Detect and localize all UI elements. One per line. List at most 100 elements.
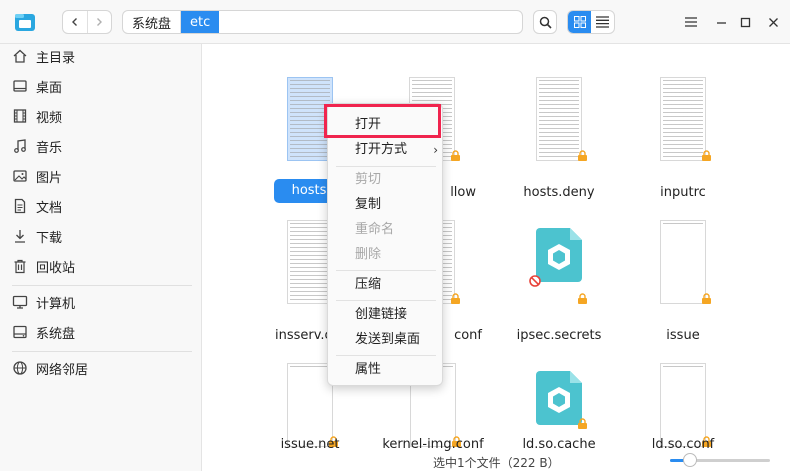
minimize-icon <box>716 21 726 24</box>
menu-item-compress[interactable]: 压缩 <box>328 273 444 297</box>
menu-item-delete[interactable]: 删除 <box>328 243 444 267</box>
music-icon <box>14 139 26 153</box>
file-item-issue[interactable]: issue <box>623 220 743 350</box>
sidebar-item-music[interactable]: 音乐 <box>12 134 62 158</box>
file-item-inputrc[interactable]: inputrc <box>623 77 743 207</box>
sidebar-item-label: 回收站 <box>36 260 76 276</box>
menu-item-send-to-desktop[interactable]: 发送到桌面 <box>328 328 444 352</box>
menu-divider <box>336 270 436 271</box>
menu-divider <box>336 355 436 356</box>
close-button[interactable] <box>763 12 783 32</box>
binary-file-icon <box>536 228 582 282</box>
sidebar-item-label: 视频 <box>36 110 63 126</box>
close-icon <box>768 17 778 27</box>
lock-icon <box>578 293 587 304</box>
file-name: kernel-img.conf <box>382 437 484 452</box>
desktop-icon <box>13 80 27 92</box>
sidebar-item-label: 系统盘 <box>36 326 76 342</box>
sidebar-divider <box>12 285 192 286</box>
zoom-slider-handle[interactable] <box>683 453 697 467</box>
sidebar-divider <box>12 351 192 352</box>
search-icon <box>539 16 552 29</box>
sidebar-item-system-disk[interactable]: 系统盘 <box>12 320 75 344</box>
file-name: ld.so.cache <box>522 437 596 452</box>
menu-item-open-with[interactable]: 打开方式 › <box>328 138 444 162</box>
lock-icon <box>578 418 587 429</box>
chevron-right-icon <box>97 18 103 26</box>
download-icon <box>15 230 25 243</box>
lock-icon <box>702 293 711 304</box>
file-name: ipsec.secrets <box>516 328 602 343</box>
sidebar-item-trash[interactable]: 回收站 <box>12 254 75 278</box>
hamburger-menu-icon <box>685 17 697 27</box>
file-manager-logo-icon[interactable] <box>14 11 36 33</box>
document-icon <box>14 198 26 214</box>
sidebar-item-label: 桌面 <box>36 80 63 96</box>
sidebar-item-pictures[interactable]: 图片 <box>12 164 62 188</box>
file-item-hosts-deny[interactable]: hosts.deny <box>499 77 619 207</box>
file-item-ld-so-conf[interactable]: ld.so.conf <box>623 363 743 471</box>
sidebar-item-label: 下载 <box>36 230 63 246</box>
network-icon <box>13 361 27 375</box>
menu-divider <box>336 166 436 167</box>
file-name: hosts.deny <box>523 185 595 200</box>
sidebar-item-downloads[interactable]: 下载 <box>12 224 62 248</box>
breadcrumb-item-etc[interactable]: etc <box>181 11 220 33</box>
file-name: ld.so.conf <box>651 437 715 452</box>
file-thumbnail <box>536 77 582 161</box>
lock-icon <box>578 150 587 161</box>
disk-icon <box>13 325 27 339</box>
sidebar-item-label: 音乐 <box>36 140 63 156</box>
breadcrumb: 系统盘 etc <box>122 10 523 34</box>
grid-view-icon <box>573 16 586 28</box>
forward-button[interactable] <box>86 11 112 33</box>
chevron-right-icon: › <box>433 143 438 157</box>
file-item-ipsec-secrets[interactable]: ipsec.secrets <box>499 220 619 350</box>
menu-button[interactable] <box>681 12 701 32</box>
zoom-slider[interactable] <box>670 453 770 467</box>
search-button[interactable] <box>533 10 557 34</box>
menu-item-cut[interactable]: 剪切 <box>328 168 444 192</box>
menu-item-copy[interactable]: 复制 <box>328 193 444 217</box>
menu-item-properties[interactable]: 属性 <box>328 358 444 382</box>
file-thumbnail <box>660 220 706 304</box>
menu-item-create-link[interactable]: 创建链接 <box>328 303 444 327</box>
sidebar-item-videos[interactable]: 视频 <box>12 104 62 128</box>
file-thumbnail <box>660 363 706 447</box>
minimize-button[interactable] <box>711 12 731 32</box>
sidebar-item-label: 计算机 <box>36 296 76 312</box>
file-name: inputrc <box>660 185 706 200</box>
file-thumbnail <box>660 77 706 161</box>
menu-item-label: 打开方式 <box>355 142 408 157</box>
sidebar-item-label: 主目录 <box>36 50 76 66</box>
chevron-left-icon <box>71 18 77 26</box>
maximize-button[interactable] <box>735 12 755 32</box>
icon-view-button[interactable] <box>568 11 591 33</box>
sidebar-item-label: 网络邻居 <box>36 362 89 378</box>
sidebar-item-label: 图片 <box>36 170 63 186</box>
sidebar-item-desktop[interactable]: 桌面 <box>12 74 62 98</box>
trash-icon <box>14 259 26 274</box>
sidebar-item-home[interactable]: 主目录 <box>12 44 75 68</box>
sidebar-item-computer[interactable]: 计算机 <box>12 290 75 314</box>
context-menu: 打开 打开方式 › 剪切 复制 重命名 删除 压缩 创建链接 发送到桌面 属性 <box>327 103 443 386</box>
view-mode-switch <box>567 10 615 34</box>
status-bar-text: 选中1个文件（222 B） <box>433 456 560 470</box>
sidebar-item-documents[interactable]: 文档 <box>12 194 62 218</box>
home-icon <box>13 49 27 63</box>
back-button[interactable] <box>63 11 87 33</box>
lock-icon <box>702 150 711 161</box>
file-view[interactable]: hosts llow hosts.deny inputrc insserv.co… <box>203 44 790 471</box>
file-name: issue <box>666 328 700 343</box>
highlight-box <box>324 104 441 138</box>
file-name: issue.net <box>280 437 340 452</box>
lock-icon <box>451 293 460 304</box>
list-view-button[interactable] <box>591 11 614 33</box>
picture-icon <box>13 170 27 182</box>
sidebar-item-network[interactable]: 网络邻居 <box>12 356 88 380</box>
sidebar-item-label: 文档 <box>36 200 63 216</box>
breadcrumb-item-disk[interactable]: 系统盘 <box>123 11 182 33</box>
menu-item-rename[interactable]: 重命名 <box>328 218 444 242</box>
no-access-icon <box>529 275 541 287</box>
video-icon <box>13 109 27 123</box>
